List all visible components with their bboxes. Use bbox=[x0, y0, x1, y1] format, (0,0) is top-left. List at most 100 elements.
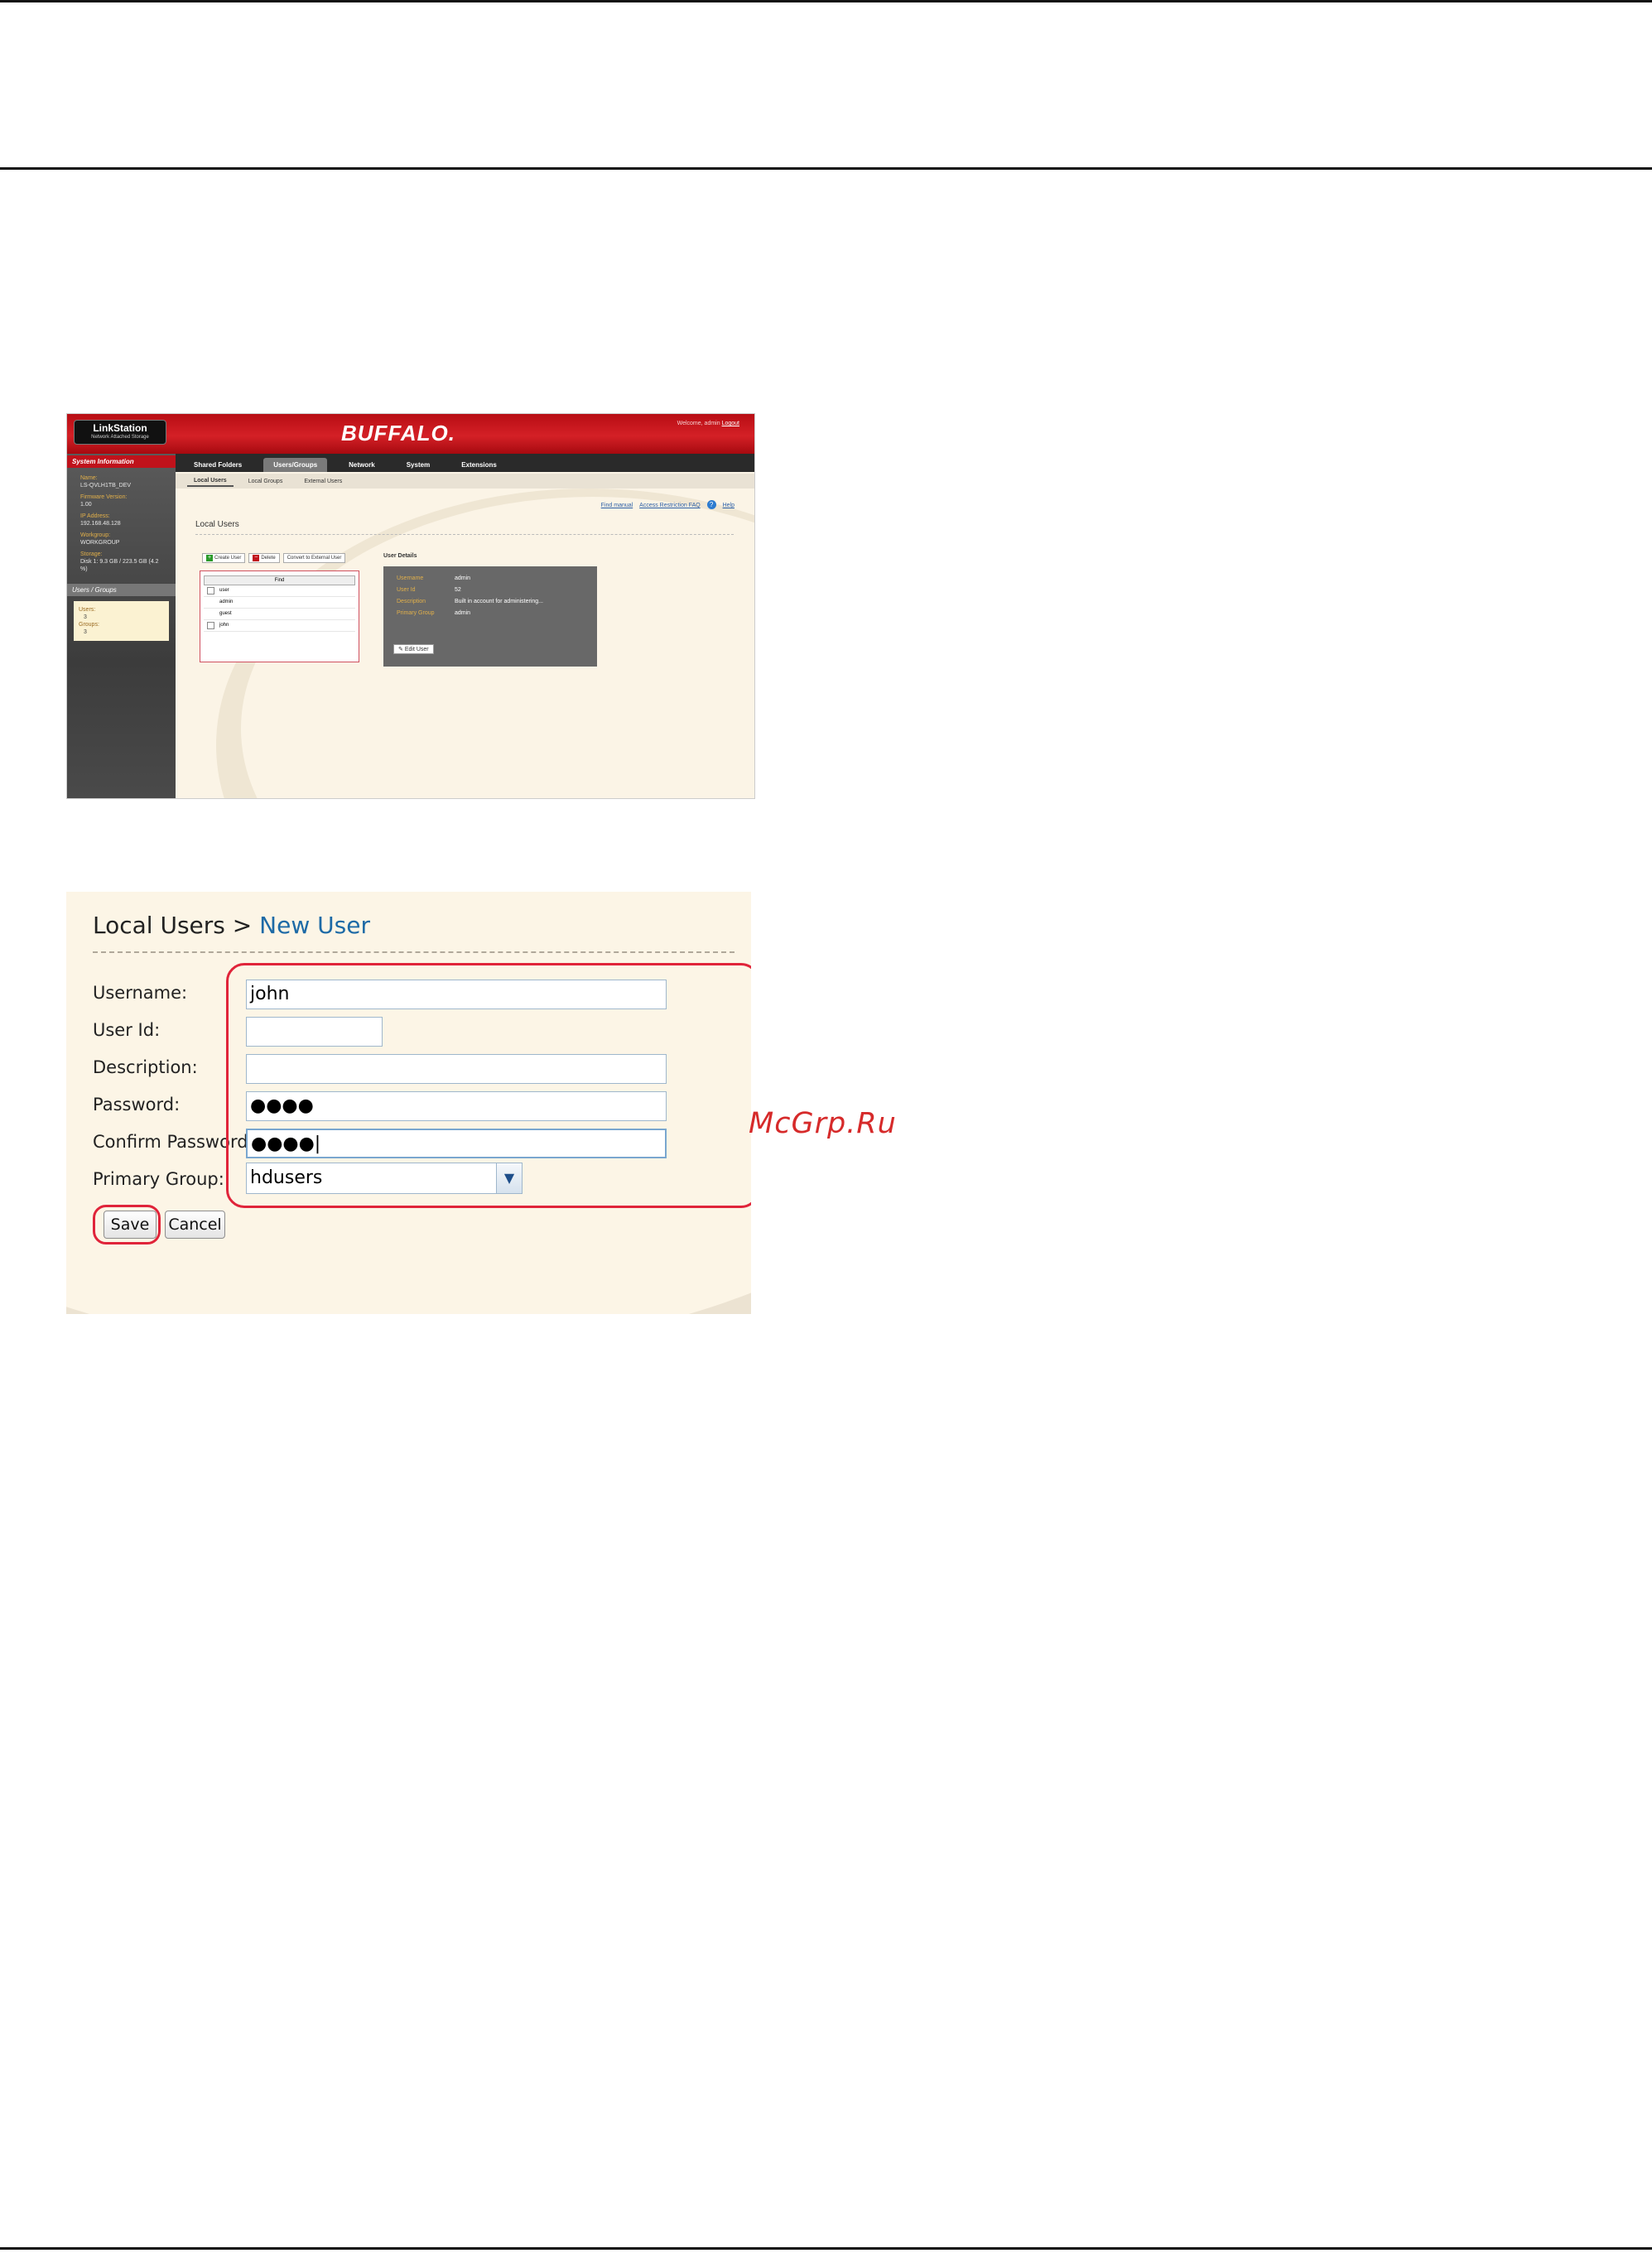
detail-row: Username admin bbox=[383, 573, 597, 585]
detail-value: admin bbox=[455, 575, 471, 581]
save-highlight bbox=[93, 1205, 161, 1244]
detail-row: Primary Group admin bbox=[383, 608, 597, 619]
info-value: LS-QVLH1TB_DEV bbox=[80, 483, 132, 489]
title-divider bbox=[93, 951, 734, 953]
footer-rule bbox=[0, 2247, 1652, 2250]
system-info-list: Name: LS-QVLH1TB_DEV Firmware Version: 1… bbox=[67, 468, 176, 584]
plus-icon: + bbox=[206, 555, 213, 561]
find-manual-link[interactable]: Find manual bbox=[601, 503, 633, 508]
groups-count: 3 bbox=[84, 629, 87, 635]
top-rule bbox=[0, 0, 1652, 2]
users-count: 3 bbox=[84, 614, 87, 620]
new-user-screenshot: Local Users > New User Username: User Id… bbox=[66, 892, 751, 1314]
delete-user-button[interactable]: − Delete bbox=[248, 553, 280, 563]
detail-key: Username bbox=[397, 575, 424, 581]
info-value: WORKGROUP bbox=[80, 540, 120, 546]
detail-key: Primary Group bbox=[397, 610, 435, 616]
info-key: Name: bbox=[80, 475, 98, 481]
primary-group-label: Primary Group: bbox=[93, 1169, 224, 1189]
tab-network[interactable]: Network bbox=[339, 458, 385, 472]
help-link[interactable]: Help bbox=[723, 503, 734, 508]
detail-key: User Id bbox=[397, 587, 416, 593]
detail-value: admin bbox=[455, 610, 471, 616]
list-item[interactable]: guest bbox=[204, 609, 355, 620]
section-divider bbox=[195, 534, 734, 535]
info-value: 192.168.48.128 bbox=[80, 521, 121, 527]
create-user-button[interactable]: + Create User bbox=[202, 553, 246, 563]
subtab-external-users[interactable]: External Users bbox=[297, 477, 349, 486]
list-item[interactable]: admin bbox=[204, 597, 355, 609]
pencil-icon: ✎ bbox=[398, 647, 403, 652]
help-icon[interactable]: ? bbox=[706, 500, 716, 509]
user-details-title: User Details bbox=[383, 553, 417, 559]
welcome-text: Welcome, admin Logout bbox=[677, 421, 739, 426]
delete-label: Delete bbox=[261, 556, 276, 561]
user-id-label: User Id: bbox=[93, 1020, 161, 1040]
buffalo-logo: BUFFALO. bbox=[341, 421, 455, 445]
user-details-panel: Username admin User Id 52 Description Built… bbox=[383, 566, 597, 667]
breadcrumb-root[interactable]: Local Users bbox=[93, 912, 225, 939]
sidebar: System Information Name: LS-QVLH1TB_DEV … bbox=[67, 454, 176, 798]
info-key: Workgroup: bbox=[80, 532, 111, 538]
user-name: admin bbox=[219, 599, 234, 604]
help-links: Find manual Access Restriction FAQ ? Hel… bbox=[596, 500, 734, 509]
users-groups-header: Users / Groups bbox=[67, 584, 176, 596]
cancel-button[interactable]: Cancel bbox=[165, 1211, 225, 1239]
info-value: Disk 1: 9.3 GB / 223.5 GB (4.2 %) bbox=[80, 559, 159, 572]
list-item[interactable]: user bbox=[204, 585, 355, 597]
info-key: IP Address: bbox=[80, 513, 110, 519]
breadcrumb-separator: > bbox=[224, 912, 260, 939]
minus-icon: − bbox=[253, 555, 260, 561]
password-label: Password: bbox=[93, 1095, 181, 1114]
groups-label: Groups: bbox=[79, 622, 99, 628]
convert-user-button[interactable]: Convert to External User bbox=[282, 553, 346, 563]
user-name: guest bbox=[219, 611, 232, 616]
faq-link[interactable]: Access Restriction FAQ bbox=[639, 503, 701, 508]
welcome-label: Welcome, admin bbox=[677, 421, 720, 426]
edit-user-button[interactable]: ✎ Edit User bbox=[393, 644, 434, 654]
create-user-label: Create User bbox=[214, 556, 242, 561]
logout-link[interactable]: Logout bbox=[722, 421, 739, 426]
tab-users-groups[interactable]: Users/Groups bbox=[263, 458, 328, 472]
top-banner: LinkStation Network Attached Storage BUF… bbox=[67, 414, 754, 454]
subtab-local-users[interactable]: Local Users bbox=[187, 476, 234, 487]
find-field[interactable]: Find bbox=[204, 575, 355, 585]
row-checkbox[interactable] bbox=[207, 622, 214, 629]
logo-line2: Network Attached Storage bbox=[91, 435, 149, 440]
user-action-buttons: + Create User − Delete Convert to Extern… bbox=[202, 553, 346, 563]
sub-tabs: Local Users Local Groups External Users bbox=[176, 474, 754, 489]
tab-shared-folders[interactable]: Shared Folders bbox=[184, 458, 252, 472]
user-name: user bbox=[219, 588, 229, 593]
admin-screenshot: LinkStation Network Attached Storage BUF… bbox=[66, 413, 755, 799]
detail-value: Built in account for administering... bbox=[455, 599, 543, 604]
username-label: Username: bbox=[93, 983, 188, 1003]
info-value: 1.00 bbox=[80, 502, 92, 508]
info-key: Firmware Version: bbox=[80, 494, 128, 500]
watermark: McGrp.Ru bbox=[749, 1107, 897, 1140]
list-item[interactable]: john bbox=[204, 620, 355, 632]
user-name: john bbox=[219, 623, 229, 628]
users-label: Users: bbox=[79, 607, 96, 613]
fields-highlight bbox=[226, 963, 751, 1208]
row-checkbox[interactable] bbox=[207, 587, 214, 595]
logo-line1: LinkStation bbox=[93, 422, 147, 434]
breadcrumb-current: New User bbox=[259, 912, 370, 939]
tab-system[interactable]: System bbox=[397, 458, 440, 472]
page-title: Local Users > New User bbox=[93, 912, 370, 939]
main-tabs: Shared Folders Users/Groups Network Syst… bbox=[176, 454, 754, 472]
user-list: Find user admin guest john bbox=[200, 570, 359, 662]
users-groups-summary: Users: 3 Groups: 3 bbox=[74, 601, 169, 641]
system-info-header: System Information bbox=[67, 455, 176, 468]
tab-extensions[interactable]: Extensions bbox=[451, 458, 507, 472]
info-key: Storage: bbox=[80, 551, 103, 557]
subtab-local-groups[interactable]: Local Groups bbox=[242, 477, 290, 486]
linkstation-logo: LinkStation Network Attached Storage bbox=[74, 420, 166, 445]
edit-user-label: Edit User bbox=[404, 647, 429, 652]
description-label: Description: bbox=[93, 1057, 198, 1077]
detail-value: 52 bbox=[455, 587, 461, 593]
convert-label: Convert to External User bbox=[287, 556, 342, 561]
header-rule bbox=[0, 167, 1652, 170]
detail-row: User Id 52 bbox=[383, 585, 597, 596]
section-title: Local Users bbox=[195, 520, 239, 529]
